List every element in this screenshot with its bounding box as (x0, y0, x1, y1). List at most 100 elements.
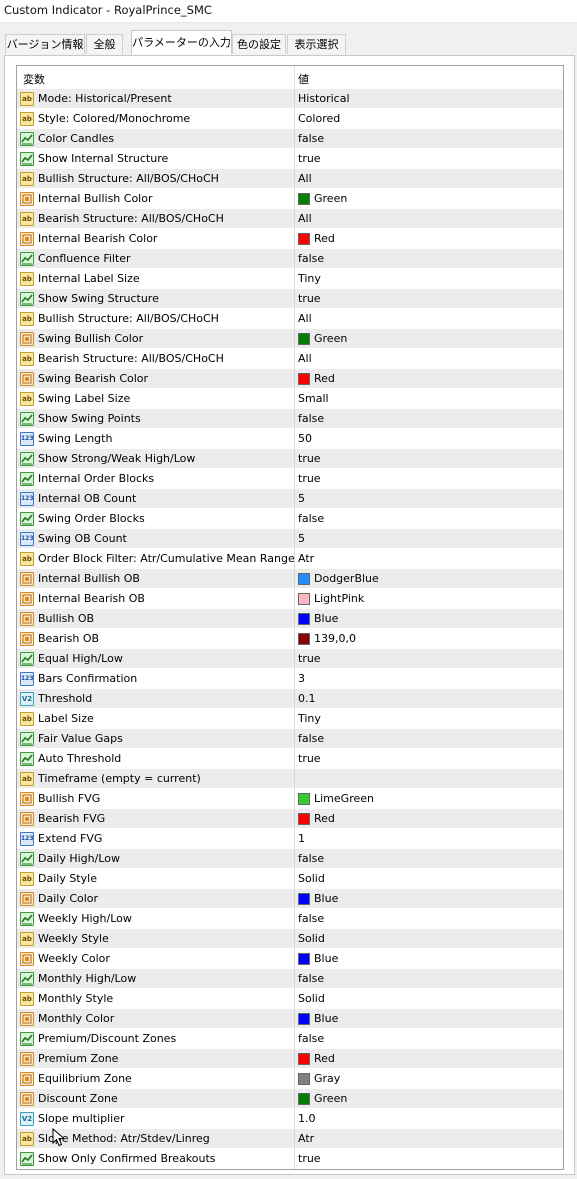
parameter-row[interactable]: ab Swing Label Size Small (17, 389, 563, 409)
parameter-value[interactable]: All (298, 172, 312, 185)
parameter-value[interactable]: Historical (298, 92, 350, 105)
parameter-row[interactable]: Swing Order Blocks false (17, 509, 563, 529)
parameter-row[interactable]: ab Weekly Style Solid (17, 929, 563, 949)
parameter-value[interactable]: Colored (298, 112, 340, 125)
parameter-row[interactable]: Internal Order Blocks true (17, 469, 563, 489)
parameter-value[interactable]: 5 (298, 492, 305, 505)
tab-visualization[interactable]: 表示選択 (287, 34, 346, 54)
parameter-row[interactable]: Daily Color Blue (17, 889, 563, 909)
parameter-value[interactable]: Blue (314, 892, 338, 905)
parameter-row[interactable]: ab Daily Style Solid (17, 869, 563, 889)
parameter-value[interactable]: false (298, 1032, 324, 1045)
color-swatch[interactable] (298, 613, 310, 625)
parameter-value[interactable]: 5 (298, 532, 305, 545)
color-swatch[interactable] (298, 1073, 310, 1085)
parameter-row[interactable]: Internal Bearish Color Red (17, 229, 563, 249)
column-header-value[interactable]: 値 (298, 71, 309, 87)
parameter-row[interactable]: Swing Bullish Color Green (17, 329, 563, 349)
tab-general[interactable]: 全般 (86, 34, 123, 54)
parameter-row[interactable]: Internal Bullish Color Green (17, 189, 563, 209)
parameter-row[interactable]: ab Order Block Filter: Atr/Cumulative Mea… (17, 549, 563, 569)
parameter-value[interactable]: Solid (298, 992, 325, 1005)
color-swatch[interactable] (298, 193, 310, 205)
parameter-value[interactable]: Solid (298, 932, 325, 945)
parameter-value[interactable]: Blue (314, 1012, 338, 1025)
color-swatch[interactable] (298, 813, 310, 825)
parameter-row[interactable]: ab Bearish Structure: All/BOS/CHoCH All (17, 209, 563, 229)
parameter-value[interactable]: Atr (298, 1132, 314, 1145)
parameter-row[interactable]: 123 Bars Confirmation 3 (17, 669, 563, 689)
parameter-value[interactable]: 1.0 (298, 1112, 316, 1125)
parameter-row[interactable]: V2 Threshold 0.1 (17, 689, 563, 709)
parameter-value[interactable]: 0.1 (298, 692, 316, 705)
parameter-row[interactable]: V2 Slope multiplier 1.0 (17, 1109, 563, 1129)
parameter-row[interactable]: Premium/Discount Zones false (17, 1029, 563, 1049)
parameter-row[interactable]: 123 Extend FVG 1 (17, 829, 563, 849)
color-swatch[interactable] (298, 1013, 310, 1025)
parameter-value[interactable]: true (298, 1152, 321, 1165)
parameter-row[interactable]: Bullish OB Blue (17, 609, 563, 629)
parameter-value[interactable]: true (298, 472, 321, 485)
parameter-row[interactable]: Weekly Color Blue (17, 949, 563, 969)
parameter-value[interactable]: false (298, 732, 324, 745)
parameter-value[interactable]: false (298, 252, 324, 265)
parameter-row[interactable]: ab Timeframe (empty = current) (17, 769, 563, 789)
parameter-value[interactable]: Solid (298, 872, 325, 885)
parameter-row[interactable]: Auto Threshold true (17, 749, 563, 769)
parameter-value[interactable]: 50 (298, 432, 312, 445)
parameter-value[interactable]: Red (314, 1052, 335, 1065)
tab-version-info[interactable]: バージョン情報 (5, 34, 85, 54)
color-swatch[interactable] (298, 633, 310, 645)
parameter-row[interactable]: Swing Bearish Color Red (17, 369, 563, 389)
parameter-value[interactable]: false (298, 412, 324, 425)
parameter-row[interactable]: 123 Swing OB Count 5 (17, 529, 563, 549)
column-separator[interactable] (294, 66, 295, 89)
tab-colors[interactable]: 色の設定 (232, 34, 286, 54)
parameter-value[interactable]: 1 (298, 832, 305, 845)
parameter-value[interactable]: true (298, 752, 321, 765)
parameter-value[interactable]: Tiny (298, 272, 321, 285)
color-swatch[interactable] (298, 893, 310, 905)
parameter-row[interactable]: Internal Bearish OB LightPink (17, 589, 563, 609)
parameter-value[interactable]: DodgerBlue (314, 572, 379, 585)
parameter-row[interactable]: ab Label Size Tiny (17, 709, 563, 729)
parameter-row[interactable]: Bullish FVG LimeGreen (17, 789, 563, 809)
tab-input-parameters[interactable]: パラメーターの入力 (131, 30, 232, 55)
parameter-value[interactable]: 3 (298, 672, 305, 685)
color-swatch[interactable] (298, 333, 310, 345)
parameter-row[interactable]: Monthly Color Blue (17, 1009, 563, 1029)
parameter-row[interactable]: Show Swing Points false (17, 409, 563, 429)
color-swatch[interactable] (298, 1093, 310, 1105)
parameter-row[interactable]: ab Bearish Structure: All/BOS/CHoCH All (17, 349, 563, 369)
parameter-row[interactable]: Equilibrium Zone Gray (17, 1069, 563, 1089)
color-swatch[interactable] (298, 953, 310, 965)
parameter-row[interactable]: Show Swing Structure true (17, 289, 563, 309)
parameter-value[interactable]: 139,0,0 (314, 632, 356, 645)
parameter-value[interactable]: false (298, 972, 324, 985)
parameter-row[interactable]: Fair Value Gaps false (17, 729, 563, 749)
parameter-row[interactable]: ab Bullish Structure: All/BOS/CHoCH All (17, 169, 563, 189)
parameter-value[interactable]: false (298, 852, 324, 865)
parameter-row[interactable]: Equal High/Low true (17, 649, 563, 669)
parameter-value[interactable]: LimeGreen (314, 792, 374, 805)
parameter-row[interactable]: Daily High/Low false (17, 849, 563, 869)
parameter-value[interactable]: All (298, 352, 312, 365)
parameter-value[interactable]: false (298, 132, 324, 145)
parameter-row[interactable]: Internal Bullish OB DodgerBlue (17, 569, 563, 589)
parameter-row[interactable]: Show Internal Structure true (17, 149, 563, 169)
color-swatch[interactable] (298, 573, 310, 585)
parameter-row[interactable]: Show Strong/Weak High/Low true (17, 449, 563, 469)
parameter-value[interactable]: false (298, 912, 324, 925)
parameter-row[interactable]: ab Bullish Structure: All/BOS/CHoCH All (17, 309, 563, 329)
parameter-row[interactable]: Color Candles false (17, 129, 563, 149)
parameter-row[interactable]: ab Internal Label Size Tiny (17, 269, 563, 289)
parameter-value[interactable]: Red (314, 812, 335, 825)
parameter-row[interactable]: Show Only Confirmed Breakouts true (17, 1149, 563, 1169)
parameter-value[interactable]: Green (314, 1092, 347, 1105)
parameter-row[interactable]: Premium Zone Red (17, 1049, 563, 1069)
parameter-value[interactable]: Blue (314, 952, 338, 965)
parameter-row[interactable]: 123 Internal OB Count 5 (17, 489, 563, 509)
parameter-value[interactable]: true (298, 292, 321, 305)
parameter-row[interactable]: ab Mode: Historical/Present Historical (17, 89, 563, 109)
parameter-row[interactable]: Confluence Filter false (17, 249, 563, 269)
